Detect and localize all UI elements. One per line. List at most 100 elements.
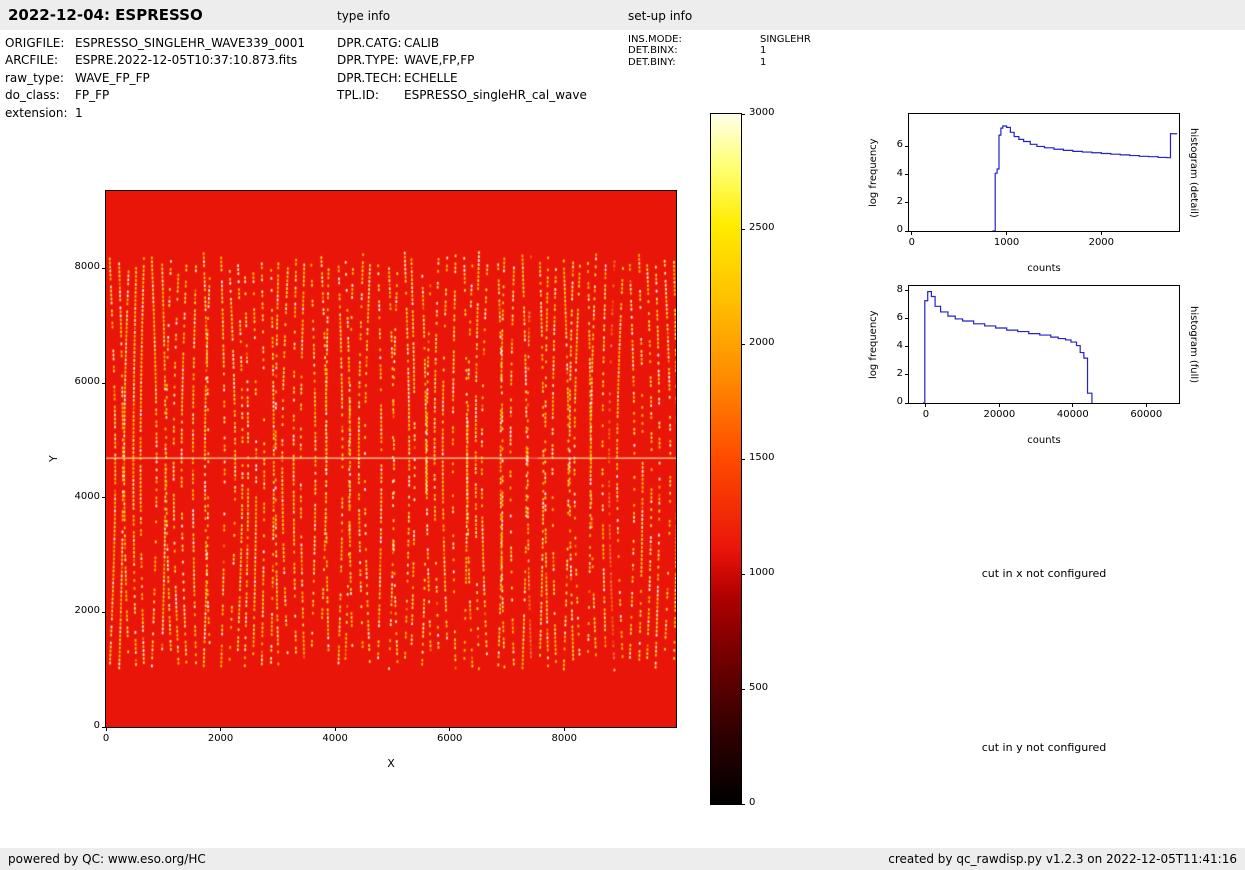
info-value: 1 [760,45,766,56]
colorbar-tick-label: 1000 [749,567,789,578]
x-tick-label: 20000 [969,409,1029,420]
info-value: FP_FP [75,88,109,105]
info-row: do_class:FP_FP [5,88,305,105]
x-tick-mark [1006,231,1007,235]
x-tick-label: 0 [76,733,136,744]
y-tick-label: 2000 [58,605,100,616]
type-info-heading: type info [337,9,390,23]
histogram-full-title: histogram (full) [1186,285,1201,404]
info-label: DET.BINY: [628,57,760,68]
histogram-full-ylabel: log frequency [866,285,881,404]
histogram-full-axes: 020000400006000002468 [908,285,1180,404]
qc-report-page: 2022-12-04: ESPRESSO type info set-up in… [0,0,1245,870]
file-info-block: ORIGFILE:ESPRESSO_SINGLEHR_WAVE339_0001 … [5,36,305,123]
footer-left: powered by QC: www.eso.org/HC [8,852,206,866]
x-tick-mark [911,231,912,235]
colorbar-tick-mark [741,114,745,115]
y-tick-mark [102,383,106,384]
y-tick-mark [905,174,909,175]
info-row: raw_type:WAVE_FP_FP [5,71,305,88]
cut-y-note: cut in y not configured [908,741,1180,754]
info-label: extension: [5,106,75,123]
histogram-full-xlabel: counts [908,435,1180,446]
footer-bar: powered by QC: www.eso.org/HC created by… [0,848,1245,870]
x-tick-mark [220,727,221,731]
info-label: TPL.ID: [337,88,404,105]
info-row: DET.BINY:1 [628,57,811,68]
colorbar: 050010001500200025003000 [710,113,742,805]
x-axis-label: X [105,757,677,770]
colorbar-tick-label: 1500 [749,452,789,463]
info-value: ECHELLE [404,71,458,88]
y-tick-mark [102,612,106,613]
cut-x-note: cut in x not configured [908,567,1180,580]
x-tick-mark [564,727,565,731]
setup-info-heading: set-up info [628,9,692,23]
x-tick-label: 8000 [534,733,594,744]
raw-image-canvas [106,191,676,727]
type-info-block: DPR.CATG:CALIB DPR.TYPE:WAVE,FP,FP DPR.T… [337,36,587,106]
colorbar-tick-mark [741,574,745,575]
x-tick-label: 6000 [420,733,480,744]
info-label: do_class: [5,88,75,105]
histogram-detail-xlabel: counts [908,263,1180,274]
info-label: DPR.CATG: [337,36,404,53]
x-tick-label: 0 [882,237,942,248]
y-axis-label: Y [46,190,61,728]
histogram-detail-axes: 0100020000246 [908,113,1180,232]
x-tick-label: 40000 [1043,409,1103,420]
y-tick-mark [905,202,909,203]
x-tick-mark [335,727,336,731]
info-value: ESPRESSO_SINGLEHR_WAVE339_0001 [75,36,305,53]
y-tick-mark [905,231,909,232]
y-tick-mark [905,374,909,375]
info-value: WAVE_FP_FP [75,71,150,88]
info-row: ORIGFILE:ESPRESSO_SINGLEHR_WAVE339_0001 [5,36,305,53]
x-tick-label: 1000 [977,237,1037,248]
info-value: ESPRESSO_singleHR_cal_wave [404,88,587,105]
x-tick-mark [1146,403,1147,407]
colorbar-tick-mark [741,229,745,230]
x-tick-mark [1101,231,1102,235]
info-value: SINGLEHR [760,34,811,45]
info-label: ARCFILE: [5,53,75,70]
x-tick-label: 0 [896,409,956,420]
info-row: INS.MODE:SINGLEHR [628,34,811,45]
colorbar-tick-mark [741,459,745,460]
y-tick-mark [102,497,106,498]
info-row: DPR.CATG:CALIB [337,36,587,53]
colorbar-tick-label: 500 [749,682,789,693]
colorbar-tick-mark [741,804,745,805]
header-bar: 2022-12-04: ESPRESSO type info set-up in… [0,0,1245,30]
histogram-detail-title: histogram (detail) [1186,113,1201,232]
y-tick-mark [905,318,909,319]
info-row: extension:1 [5,106,305,123]
y-tick-mark [905,346,909,347]
y-tick-label: 6000 [58,376,100,387]
page-title: 2022-12-04: ESPRESSO [8,6,203,24]
y-tick-mark [905,290,909,291]
colorbar-tick-label: 3000 [749,107,789,118]
info-row: DET.BINX:1 [628,45,811,56]
x-tick-label: 2000 [1071,237,1131,248]
y-tick-mark [905,403,909,404]
histogram-detail-ylabel: log frequency [866,113,881,232]
info-label: DET.BINX: [628,45,760,56]
x-tick-mark [925,403,926,407]
colorbar-tick-mark [741,689,745,690]
info-label: raw_type: [5,71,75,88]
info-value: WAVE,FP,FP [404,53,474,70]
x-tick-mark [999,403,1000,407]
raw-image-axes: 0200040006000800002000400060008000 [105,190,677,728]
info-value: CALIB [404,36,439,53]
y-tick-label: 0 [58,720,100,731]
info-value: 1 [75,106,83,123]
x-tick-label: 4000 [305,733,365,744]
info-row: DPR.TECH:ECHELLE [337,71,587,88]
colorbar-tick-label: 2500 [749,222,789,233]
info-row: ARCFILE:ESPRE.2022-12-05T10:37:10.873.fi… [5,53,305,70]
info-label: ORIGFILE: [5,36,75,53]
info-label: DPR.TYPE: [337,53,404,70]
info-label: DPR.TECH: [337,71,404,88]
info-value: 1 [760,57,766,68]
